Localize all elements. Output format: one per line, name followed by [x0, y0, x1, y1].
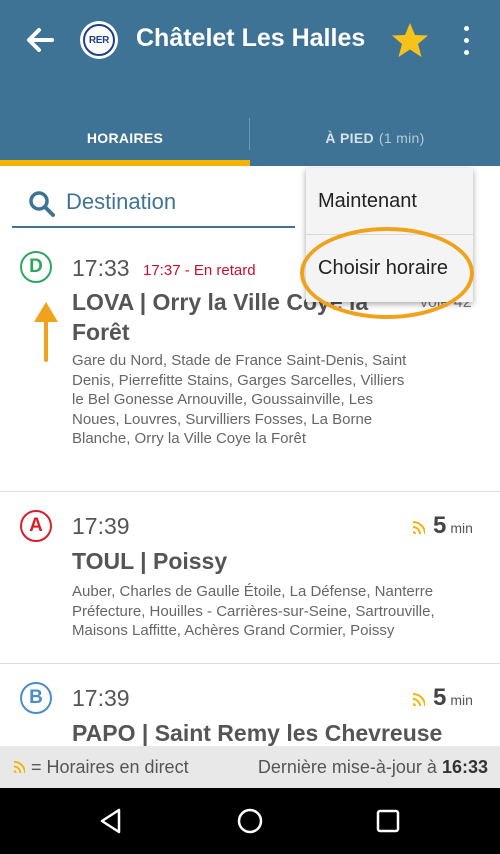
live-signal-icon — [13, 760, 25, 773]
nav-home-icon[interactable] — [235, 806, 265, 836]
departure-row[interactable]: B 17:39 5 min PAPO | Saint Remy les Chevr… — [0, 664, 500, 754]
destination-search-input[interactable]: Destination — [12, 178, 295, 228]
departure-time: 17:39 — [72, 513, 130, 539]
star-icon[interactable] — [390, 20, 430, 60]
rer-logo: RER — [80, 21, 118, 59]
arrow-left-icon[interactable] — [22, 22, 58, 58]
station-title: Châtelet Les Halles — [136, 24, 366, 52]
annotation-highlight-circle — [300, 227, 474, 319]
search-placeholder: Destination — [66, 189, 177, 214]
active-tab-indicator — [0, 160, 250, 166]
nav-recents-icon[interactable] — [373, 806, 403, 836]
more-vert-icon[interactable] — [456, 22, 476, 58]
tab-horaires[interactable]: HORAIRES — [0, 110, 250, 166]
tab-a-pied-duration: (1 min) — [378, 130, 425, 146]
delay-status: 17:37 - En retard — [143, 262, 256, 279]
tab-horaires-label: HORAIRES — [86, 130, 164, 146]
stops-list: Gare du Nord, Stade de France Saint-Deni… — [72, 352, 407, 447]
minutes-remaining: 5 min — [433, 512, 473, 539]
legend-bar: = Horaires en direct Dernière mise-à-jou… — [0, 746, 500, 788]
tab-a-pied[interactable]: À PIED (1 min) — [250, 110, 500, 166]
live-signal-icon — [412, 693, 425, 706]
app-bar: RER Châtelet Les Halles HORAIRES À PIED … — [0, 0, 500, 166]
stops-list: Auber, Charles de Gaulle Étoile, La Défe… — [72, 583, 435, 639]
annotation-arrow-icon — [34, 302, 58, 362]
line-a-badge: A — [20, 510, 52, 542]
search-icon — [29, 191, 55, 217]
last-update: Dernière mise-à-jour à 16:33 — [257, 757, 488, 777]
minutes-remaining: 5 min — [433, 684, 473, 711]
departure-time: 17:39 — [72, 685, 130, 711]
nav-back-icon[interactable] — [97, 806, 127, 836]
departure-row[interactable]: A 17:39 5 min TOUL | Poissy Auber, Charle… — [0, 492, 500, 664]
tab-a-pied-label: À PIED — [325, 130, 374, 146]
rer-logo-label: RER — [83, 24, 115, 56]
system-nav-bar — [0, 788, 500, 854]
line-d-badge: D — [20, 251, 52, 283]
destination-name: TOUL | Poissy — [72, 548, 228, 574]
line-b-badge: B — [20, 682, 52, 714]
live-signal-icon — [412, 521, 425, 534]
menu-item-maintenant[interactable]: Maintenant — [306, 168, 473, 235]
departure-time: 17:33 — [72, 255, 130, 281]
legend-live-label: = Horaires en direct — [31, 757, 189, 777]
tab-bar: HORAIRES À PIED (1 min) — [0, 110, 500, 166]
destination-name: PAPO | Saint Remy les Chevreuse — [72, 720, 443, 746]
